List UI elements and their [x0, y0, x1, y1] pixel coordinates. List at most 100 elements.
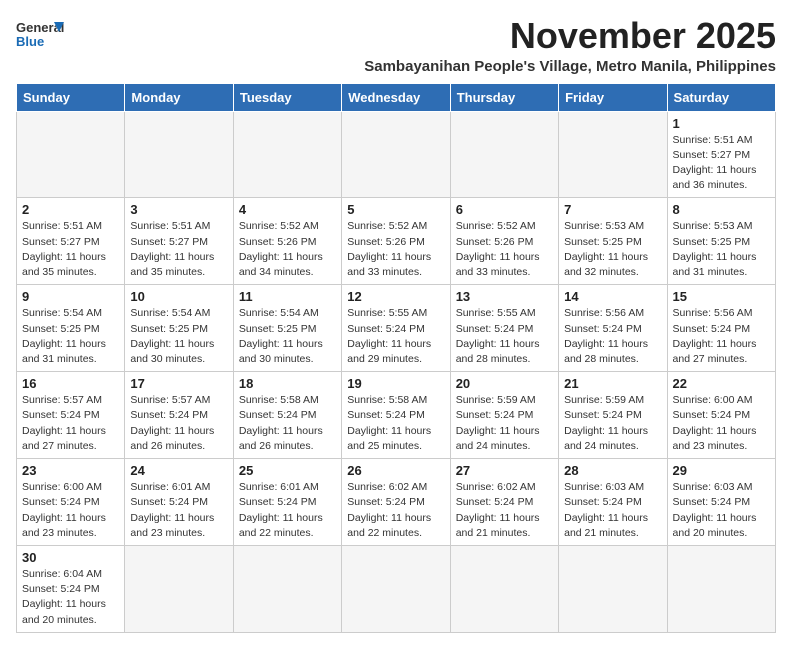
- calendar-cell: 10Sunrise: 5:54 AMSunset: 5:25 PMDayligh…: [125, 285, 233, 372]
- calendar-cell: [450, 545, 558, 632]
- day-number: 18: [239, 376, 336, 391]
- day-info: Sunrise: 5:58 AMSunset: 5:24 PMDaylight:…: [239, 393, 336, 454]
- day-number: 4: [239, 202, 336, 217]
- calendar-cell: 17 Sunrise: 5:57 AMSunset: 5:24 PMDayligh…: [125, 372, 233, 459]
- day-info: Sunrise: 5:51 AMSunset: 5:27 PMDaylight:…: [22, 219, 119, 280]
- calendar-cell: [667, 545, 775, 632]
- day-number: 7: [564, 202, 661, 217]
- day-info: Sunrise: 5:59 AMSunset: 5:24 PMDaylight:…: [564, 393, 661, 454]
- day-number: 1: [673, 116, 770, 131]
- day-number: 19: [347, 376, 444, 391]
- calendar-cell: 15 Sunrise: 5:56 AMSunset: 5:24 PMDayligh…: [667, 285, 775, 372]
- calendar-cell: [17, 111, 125, 198]
- day-number: 6: [456, 202, 553, 217]
- day-info: Sunrise: 5:57 AMSunset: 5:24 PMDaylight:…: [130, 393, 227, 454]
- day-number: 11: [239, 289, 336, 304]
- weekday-header-friday: Friday: [559, 83, 667, 111]
- day-number: 8: [673, 202, 770, 217]
- weekday-header-sunday: Sunday: [17, 83, 125, 111]
- day-number: 13: [456, 289, 553, 304]
- day-number: 24: [130, 463, 227, 478]
- calendar-cell: [233, 545, 341, 632]
- day-info: Sunrise: 5:55 AMSunset: 5:24 PMDaylight:…: [456, 306, 553, 367]
- day-number: 29: [673, 463, 770, 478]
- calendar-cell: [125, 111, 233, 198]
- calendar-cell: 27 Sunrise: 6:02 AMSunset: 5:24 PMDayligh…: [450, 459, 558, 546]
- day-number: 5: [347, 202, 444, 217]
- calendar-cell: 16 Sunrise: 5:57 AMSunset: 5:24 PMDayligh…: [17, 372, 125, 459]
- day-info: Sunrise: 6:01 AMSunset: 5:24 PMDaylight:…: [239, 480, 336, 541]
- calendar-cell: 30Sunrise: 6:04 AMSunset: 5:24 PMDayligh…: [17, 545, 125, 632]
- calendar-cell: [342, 111, 450, 198]
- calendar-week-row: 23Sunrise: 6:00 AMSunset: 5:24 PMDayligh…: [17, 459, 776, 546]
- calendar-cell: 24 Sunrise: 6:01 AMSunset: 5:24 PMDayligh…: [125, 459, 233, 546]
- day-info: Sunrise: 5:54 AMSunset: 5:25 PMDaylight:…: [22, 306, 119, 367]
- day-info: Sunrise: 5:58 AMSunset: 5:24 PMDaylight:…: [347, 393, 444, 454]
- day-number: 14: [564, 289, 661, 304]
- calendar-week-row: 30Sunrise: 6:04 AMSunset: 5:24 PMDayligh…: [17, 545, 776, 632]
- calendar-cell: 21 Sunrise: 5:59 AMSunset: 5:24 PMDayligh…: [559, 372, 667, 459]
- day-number: 12: [347, 289, 444, 304]
- day-info: Sunrise: 5:53 AMSunset: 5:25 PMDaylight:…: [673, 219, 770, 280]
- day-number: 21: [564, 376, 661, 391]
- calendar-cell: 23Sunrise: 6:00 AMSunset: 5:24 PMDayligh…: [17, 459, 125, 546]
- calendar-week-row: 2 Sunrise: 5:51 AMSunset: 5:27 PMDaylight…: [17, 198, 776, 285]
- title-area: November 2025 Sambayanihan People's Vill…: [364, 16, 776, 75]
- calendar-cell: 6 Sunrise: 5:52 AMSunset: 5:26 PMDaylight…: [450, 198, 558, 285]
- calendar-cell: [233, 111, 341, 198]
- calendar-cell: [559, 545, 667, 632]
- calendar-week-row: 9 Sunrise: 5:54 AMSunset: 5:25 PMDaylight…: [17, 285, 776, 372]
- day-info: Sunrise: 5:52 AMSunset: 5:26 PMDaylight:…: [456, 219, 553, 280]
- calendar-cell: 22 Sunrise: 6:00 AMSunset: 5:24 PMDayligh…: [667, 372, 775, 459]
- day-info: Sunrise: 6:04 AMSunset: 5:24 PMDaylight:…: [22, 567, 119, 628]
- day-number: 9: [22, 289, 119, 304]
- day-number: 10: [130, 289, 227, 304]
- location: Sambayanihan People's Village, Metro Man…: [364, 58, 776, 75]
- day-info: Sunrise: 6:02 AMSunset: 5:24 PMDaylight:…: [456, 480, 553, 541]
- day-info: Sunrise: 5:55 AMSunset: 5:24 PMDaylight:…: [347, 306, 444, 367]
- calendar-cell: 8 Sunrise: 5:53 AMSunset: 5:25 PMDaylight…: [667, 198, 775, 285]
- logo-icon: General Blue: [16, 16, 64, 52]
- day-number: 15: [673, 289, 770, 304]
- calendar-cell: 25 Sunrise: 6:01 AMSunset: 5:24 PMDayligh…: [233, 459, 341, 546]
- page-header: General Blue November 2025 Sambayanihan …: [16, 16, 776, 75]
- day-info: Sunrise: 6:00 AMSunset: 5:24 PMDaylight:…: [673, 393, 770, 454]
- weekday-header-saturday: Saturday: [667, 83, 775, 111]
- calendar-cell: 19 Sunrise: 5:58 AMSunset: 5:24 PMDayligh…: [342, 372, 450, 459]
- day-info: Sunrise: 5:57 AMSunset: 5:24 PMDaylight:…: [22, 393, 119, 454]
- weekday-header-monday: Monday: [125, 83, 233, 111]
- day-info: Sunrise: 6:01 AMSunset: 5:24 PMDaylight:…: [130, 480, 227, 541]
- day-number: 22: [673, 376, 770, 391]
- day-number: 20: [456, 376, 553, 391]
- month-title: November 2025: [364, 16, 776, 56]
- day-info: Sunrise: 5:59 AMSunset: 5:24 PMDaylight:…: [456, 393, 553, 454]
- day-info: Sunrise: 5:56 AMSunset: 5:24 PMDaylight:…: [673, 306, 770, 367]
- calendar-cell: 13 Sunrise: 5:55 AMSunset: 5:24 PMDayligh…: [450, 285, 558, 372]
- day-info: Sunrise: 6:03 AMSunset: 5:24 PMDaylight:…: [564, 480, 661, 541]
- day-info: Sunrise: 5:51 AMSunset: 5:27 PMDaylight:…: [673, 133, 770, 194]
- day-number: 26: [347, 463, 444, 478]
- calendar-cell: 26 Sunrise: 6:02 AMSunset: 5:24 PMDayligh…: [342, 459, 450, 546]
- day-number: 25: [239, 463, 336, 478]
- day-number: 17: [130, 376, 227, 391]
- day-number: 27: [456, 463, 553, 478]
- weekday-header-tuesday: Tuesday: [233, 83, 341, 111]
- day-number: 2: [22, 202, 119, 217]
- calendar-cell: [450, 111, 558, 198]
- calendar-cell: 18 Sunrise: 5:58 AMSunset: 5:24 PMDayligh…: [233, 372, 341, 459]
- day-info: Sunrise: 5:51 AMSunset: 5:27 PMDaylight:…: [130, 219, 227, 280]
- calendar-cell: 3 Sunrise: 5:51 AMSunset: 5:27 PMDaylight…: [125, 198, 233, 285]
- calendar-cell: [559, 111, 667, 198]
- calendar-table: SundayMondayTuesdayWednesdayThursdayFrid…: [16, 83, 776, 633]
- day-number: 28: [564, 463, 661, 478]
- day-info: Sunrise: 5:56 AMSunset: 5:24 PMDaylight:…: [564, 306, 661, 367]
- calendar-cell: 9 Sunrise: 5:54 AMSunset: 5:25 PMDaylight…: [17, 285, 125, 372]
- day-info: Sunrise: 5:54 AMSunset: 5:25 PMDaylight:…: [239, 306, 336, 367]
- day-number: 23: [22, 463, 119, 478]
- day-number: 16: [22, 376, 119, 391]
- day-number: 3: [130, 202, 227, 217]
- day-info: Sunrise: 6:02 AMSunset: 5:24 PMDaylight:…: [347, 480, 444, 541]
- calendar-cell: 28 Sunrise: 6:03 AMSunset: 5:24 PMDayligh…: [559, 459, 667, 546]
- day-info: Sunrise: 5:52 AMSunset: 5:26 PMDaylight:…: [239, 219, 336, 280]
- day-info: Sunrise: 5:52 AMSunset: 5:26 PMDaylight:…: [347, 219, 444, 280]
